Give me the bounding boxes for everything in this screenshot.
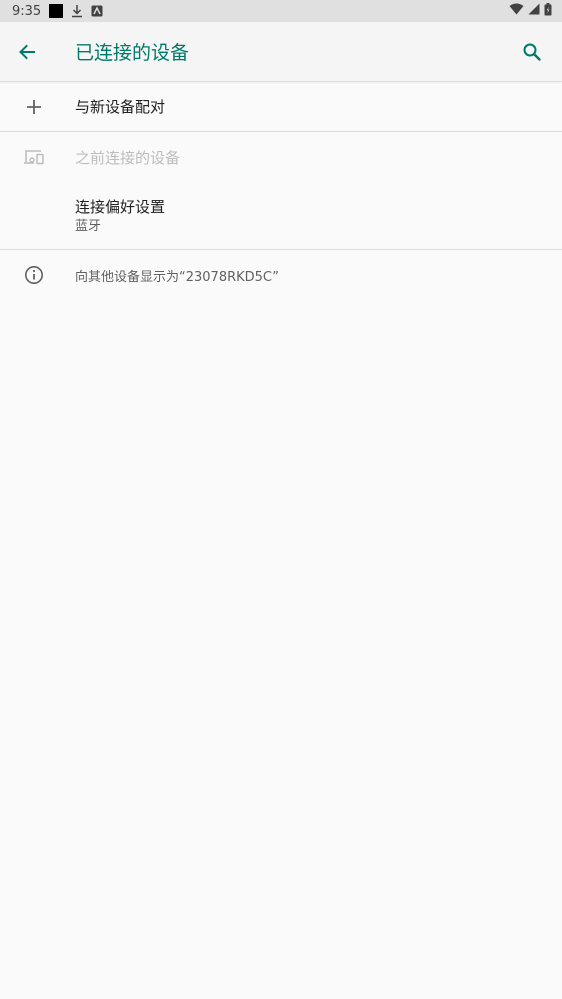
search-icon [523, 43, 541, 61]
app-notification-icon [91, 5, 103, 17]
status-time: 9:35 [12, 3, 42, 19]
pair-new-device-label: 与新设备配对 [75, 98, 166, 116]
visibility-info-row: 向其他设备显示为“23078RKD5C” [0, 250, 562, 300]
pair-new-device-item[interactable]: 与新设备配对 [0, 82, 562, 132]
devices-icon [23, 150, 44, 165]
status-right [509, 2, 552, 20]
connection-preferences-title: 连接偏好设置 [75, 197, 166, 216]
visibility-info-text: 向其他设备显示为“23078RKD5C” [75, 269, 279, 285]
devices-icon-wrap [0, 149, 75, 165]
pair-icon-wrap [0, 99, 75, 115]
battery-icon [544, 2, 552, 20]
connection-preferences-subtitle: 蓝牙 [75, 218, 102, 234]
status-left: 9:35 [12, 4, 103, 19]
page-title: 已连接的设备 [75, 42, 190, 64]
back-button[interactable] [0, 22, 54, 82]
notification-icon [49, 4, 64, 18]
status-bar: 9:35 [0, 0, 562, 22]
info-icon [24, 266, 43, 284]
connection-preferences-texts: 连接偏好设置 蓝牙 [75, 196, 165, 236]
arrow-left-icon [19, 44, 35, 59]
search-button[interactable] [512, 32, 552, 72]
download-icon [71, 4, 83, 18]
plus-icon [26, 99, 41, 114]
previous-devices-item[interactable]: 之前连接的设备 [0, 132, 562, 182]
app-bar: 已连接的设备 [0, 22, 562, 82]
info-icon-wrap [0, 265, 75, 285]
connection-preferences-item[interactable]: 连接偏好设置 蓝牙 [0, 182, 562, 250]
signal-icon [528, 3, 540, 19]
wifi-icon [509, 3, 524, 19]
previous-devices-label: 之前连接的设备 [75, 148, 181, 167]
